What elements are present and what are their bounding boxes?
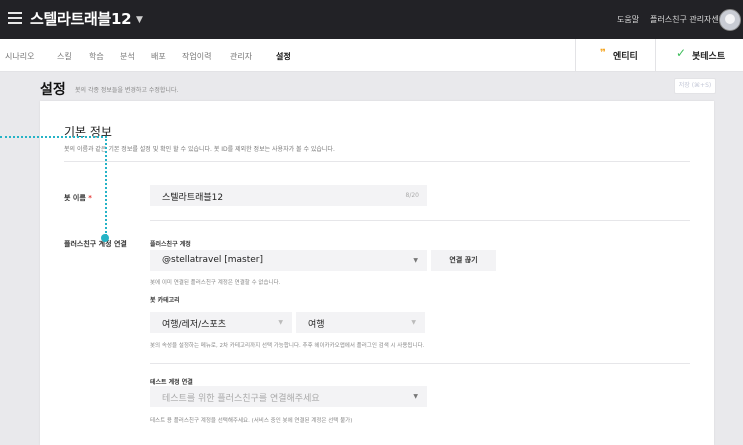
required-mark: *: [88, 194, 92, 202]
category-hint: 봇의 속성을 설정하는 메뉴로, 2차 카테고리까지 선택 가능합니다. 추후 …: [150, 343, 425, 349]
chevron-down-icon: ▼: [411, 319, 416, 326]
save-button[interactable]: 저장 (⌘+S): [674, 78, 716, 94]
category1-value: 여행/레저/스포츠: [162, 320, 227, 330]
chevron-down-icon: ▼: [278, 319, 283, 326]
tab-analysis[interactable]: 분석: [120, 51, 135, 62]
settings-card: 기본 정보 봇의 이름과 같은 기본 정보를 설정 및 확인 할 수 있습니다.…: [40, 101, 714, 445]
tab-learning[interactable]: 학습: [89, 51, 104, 62]
guide-dot: [101, 234, 109, 242]
test-account-select[interactable]: 테스트를 위한 플러스친구를 연결해주세요 ▼: [150, 386, 427, 407]
menu-icon[interactable]: [8, 9, 22, 24]
guide-line: [105, 136, 107, 236]
test-account-placeholder: 테스트를 위한 플러스친구를 연결해주세요: [162, 394, 320, 404]
divider: [150, 363, 690, 364]
avatar[interactable]: [719, 9, 741, 31]
chevron-down-icon: ▼: [413, 393, 418, 400]
plusfriend-section-label: 플러스친구 계정 연결: [64, 240, 127, 248]
test-account-label: 테스트 계정 연결: [150, 379, 193, 386]
bot-test-button[interactable]: ✓ 봇테스트: [655, 39, 743, 71]
char-counter: 8/20: [405, 192, 419, 199]
plusfriend-account-select[interactable]: @stellatravel [master] ▼: [150, 250, 427, 271]
category-label: 봇 카테고리: [150, 297, 180, 304]
unlink-button[interactable]: 연결 끊기: [431, 250, 496, 271]
tab-deploy[interactable]: 배포: [151, 51, 166, 62]
account-hint: 봇에 이미 연결된 플러스친구 계정은 연결할 수 없습니다.: [150, 280, 281, 286]
tab-settings[interactable]: 설정: [276, 51, 291, 62]
page-title: 설정: [40, 82, 66, 98]
guide-line: [0, 136, 107, 138]
entity-button[interactable]: ❞ 엔티티: [575, 39, 656, 71]
plusfriend-account-value: @stellatravel [master]: [162, 255, 263, 265]
bot-test-label: 봇테스트: [692, 52, 726, 62]
tab-history[interactable]: 작업이력: [182, 51, 211, 62]
category2-value: 여행: [308, 320, 325, 330]
bot-name-label: 봇 이름 *: [64, 193, 92, 203]
divider: [150, 220, 690, 221]
chevron-down-icon[interactable]: ▼: [136, 15, 143, 25]
tab-scenario[interactable]: 시나리오: [5, 51, 34, 62]
bot-name-label-text: 봇 이름: [64, 194, 86, 202]
partner-center-link[interactable]: 플러스친구 관리자센터: [650, 14, 726, 25]
category2-select[interactable]: 여행 ▼: [296, 312, 425, 333]
help-link[interactable]: 도움말: [617, 14, 639, 25]
bot-title[interactable]: 스텔라트래블12: [30, 8, 132, 29]
page-description: 봇의 각종 정보들을 변경하고 수정합니다.: [75, 87, 179, 94]
plusfriend-account-label: 플러스친구 계정: [150, 241, 191, 248]
quote-icon: ❞: [600, 48, 606, 59]
tab-admin[interactable]: 관리자: [230, 51, 252, 62]
divider: [64, 161, 690, 162]
chevron-down-icon: ▼: [413, 257, 418, 264]
bot-name-value: 스텔라트래블12: [162, 193, 224, 203]
top-bar: 스텔라트래블12 ▼ 도움말 플러스친구 관리자센터: [0, 0, 743, 39]
test-account-hint: 테스트 용 플러스친구 계정을 선택해주세요. (서비스 중인 봇에 연결된 계…: [150, 418, 353, 424]
category1-select[interactable]: 여행/레저/스포츠 ▼: [150, 312, 292, 333]
tab-skill[interactable]: 스킬: [57, 51, 72, 62]
bot-name-input[interactable]: 스텔라트래블12 8/20: [150, 185, 427, 206]
entity-label: 엔티티: [613, 52, 638, 62]
check-icon: ✓: [676, 46, 687, 60]
